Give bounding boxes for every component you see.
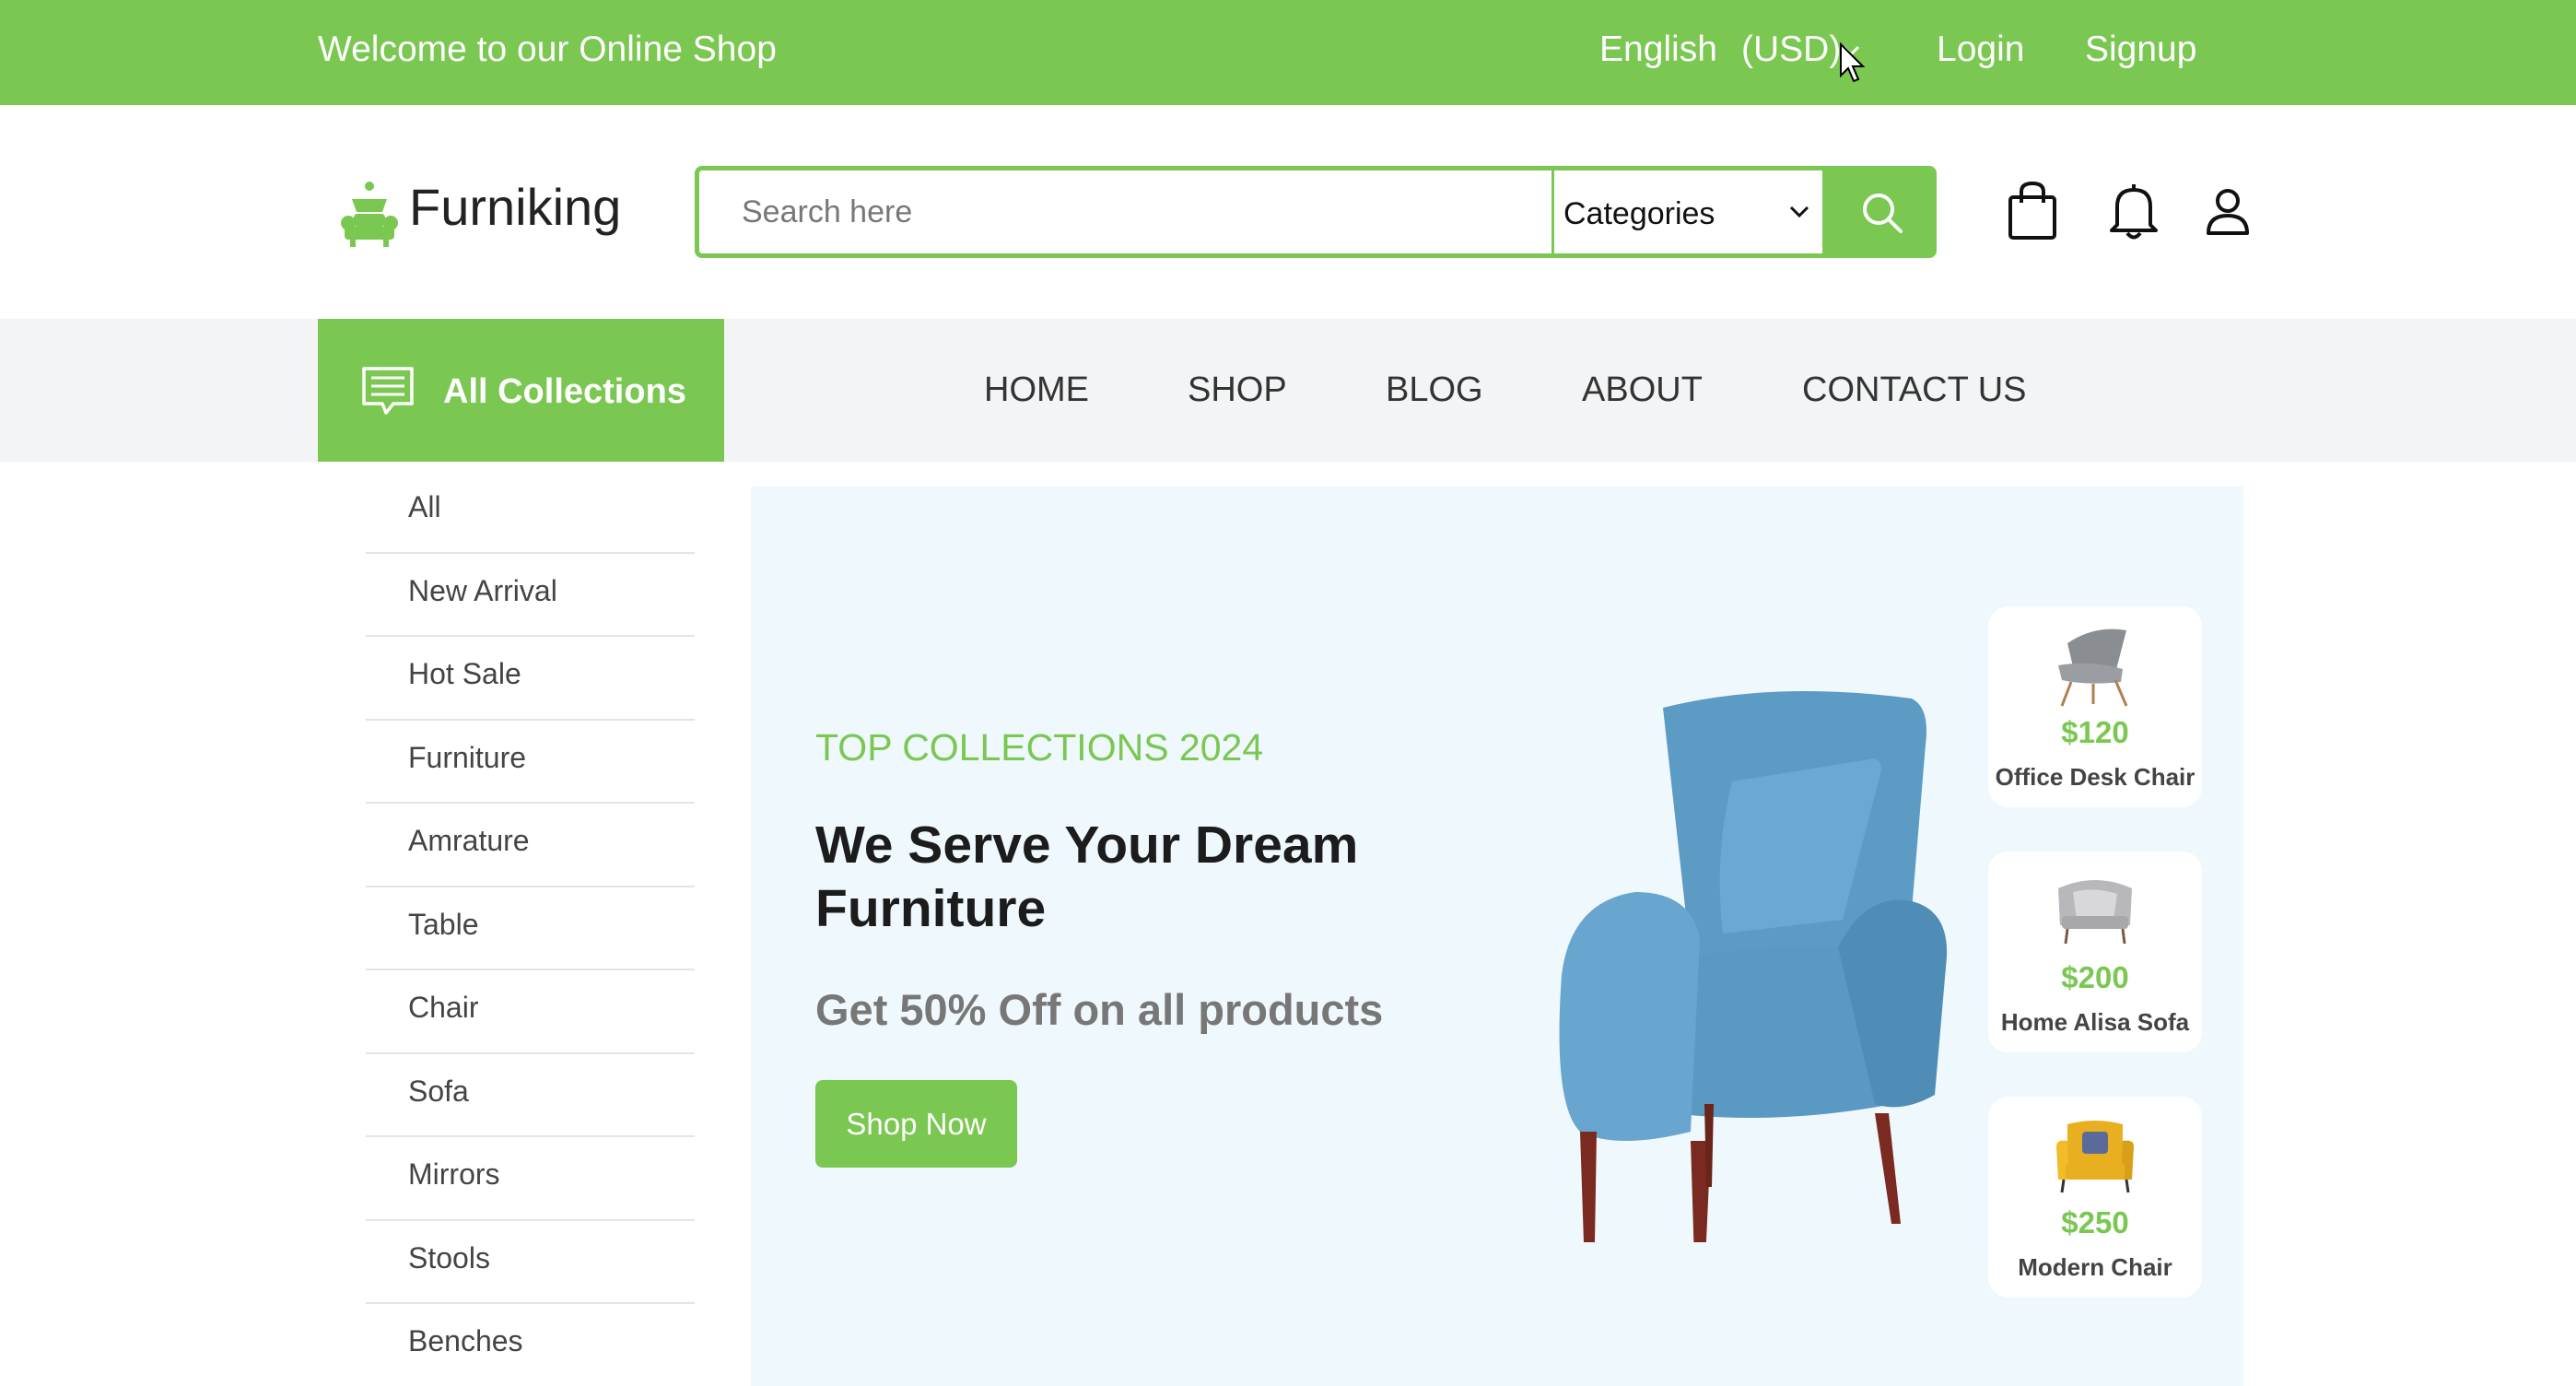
- shopping-bag-icon[interactable]: [2007, 181, 2058, 241]
- sidebar-item-label: Chair: [408, 991, 479, 1024]
- all-collections-button[interactable]: All Collections: [318, 319, 724, 462]
- top-bar: Welcome to our Online Shop English (USD)…: [0, 0, 2576, 105]
- sidebar-item-label: Amrature: [408, 824, 530, 857]
- sidebar-item-sofa[interactable]: Sofa: [366, 1054, 695, 1137]
- all-collections-label: All Collections: [443, 372, 686, 411]
- hero-title: We Serve Your Dream Furniture: [815, 816, 1359, 938]
- product-card[interactable]: $200 Home Alisa Sofa: [1988, 852, 2202, 1052]
- sidebar-item-hot-sale[interactable]: Hot Sale: [366, 637, 695, 721]
- category-sidebar: All New Arrival Hot Sale Furniture Amrat…: [366, 470, 695, 1386]
- hero-offer: Get 50% Off on all products: [815, 985, 1384, 1034]
- sidebar-item-label: Furniture: [408, 740, 527, 774]
- search-button[interactable]: [1825, 170, 1932, 253]
- shop-now-button[interactable]: Shop Now: [815, 1080, 1017, 1168]
- nav-home[interactable]: HOME: [984, 370, 1089, 410]
- armchair-image: [1559, 691, 1948, 1242]
- nav-contact-us[interactable]: CONTACT US: [1802, 370, 2027, 410]
- sidebar-item-mirrors[interactable]: Mirrors: [366, 1137, 695, 1221]
- sidebar-item-amrature[interactable]: Amrature: [366, 804, 695, 887]
- sidebar-item-label: Stools: [408, 1240, 490, 1274]
- hero-eyebrow: TOP COLLECTIONS 2024: [815, 726, 1264, 769]
- mouse-cursor-icon: [1840, 42, 1866, 83]
- yellow-armchair-icon: [2056, 1121, 2134, 1193]
- product-price: $200: [2061, 960, 2129, 994]
- product-card[interactable]: $250 Modern Chair: [1988, 1097, 2202, 1298]
- product-name: Modern Chair: [2018, 1253, 2172, 1281]
- product-name: Home Alisa Sofa: [2000, 1008, 2190, 1036]
- nav-blog[interactable]: BLOG: [1386, 370, 1483, 410]
- product-name: Office Desk Chair: [1995, 763, 2195, 791]
- sidebar-item-label: Benches: [408, 1324, 523, 1357]
- login-link[interactable]: Login: [1937, 29, 2024, 70]
- sidebar-item-label: Table: [408, 907, 479, 941]
- brand-logo-icon[interactable]: [339, 179, 400, 249]
- signup-link[interactable]: Signup: [2085, 29, 2196, 70]
- sidebar-item-chair[interactable]: Chair: [366, 970, 695, 1054]
- sofa-icon: [2058, 880, 2132, 945]
- product-card[interactable]: $120 Office Desk Chair: [1988, 606, 2202, 807]
- search-bar: Categories: [695, 166, 1937, 258]
- sidebar-item-all[interactable]: All: [366, 470, 695, 554]
- hero-banner: TOP COLLECTIONS 2024 We Serve Your Dream…: [751, 487, 2243, 1386]
- sidebar-item-table[interactable]: Table: [366, 887, 695, 970]
- menu-list-icon: [362, 367, 414, 415]
- product-price: $120: [2061, 715, 2129, 749]
- sidebar-item-stools[interactable]: Stools: [366, 1221, 695, 1304]
- nav-shop[interactable]: SHOP: [1188, 370, 1287, 410]
- product-price: $250: [2061, 1205, 2129, 1239]
- brand-name[interactable]: Furniking: [409, 177, 621, 237]
- sidebar-item-furniture[interactable]: Furniture: [366, 721, 695, 804]
- language-selector[interactable]: English: [1599, 29, 1717, 70]
- sidebar-item-new-arrival[interactable]: New Arrival: [366, 554, 695, 637]
- welcome-text: Welcome to our Online Shop: [318, 29, 777, 69]
- sidebar-item-label: New Arrival: [408, 573, 557, 607]
- sidebar-item-label: Hot Sale: [408, 657, 521, 690]
- currency-selector[interactable]: (USD): [1741, 29, 1841, 70]
- user-icon[interactable]: [2206, 188, 2250, 236]
- nav-about[interactable]: ABOUT: [1582, 370, 1703, 410]
- office-chair-icon: [2058, 628, 2128, 707]
- sidebar-item-label: Mirrors: [408, 1157, 500, 1191]
- category-select-label: Categories: [1563, 196, 1715, 231]
- sidebar-item-benches[interactable]: Benches: [366, 1304, 695, 1386]
- sidebar-item-label: All: [408, 490, 441, 523]
- chevron-down-icon: [1789, 206, 1809, 218]
- sidebar-item-label: Sofa: [408, 1074, 469, 1108]
- search-input[interactable]: [699, 170, 1551, 253]
- search-icon: [1863, 194, 1903, 233]
- bell-icon[interactable]: [2108, 181, 2160, 241]
- category-select[interactable]: Categories: [1551, 170, 1825, 253]
